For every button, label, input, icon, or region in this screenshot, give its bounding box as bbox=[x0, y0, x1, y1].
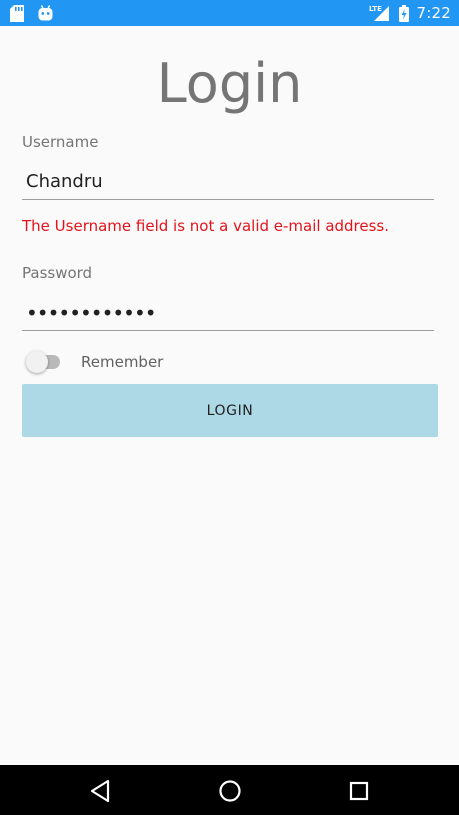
recents-icon[interactable] bbox=[346, 778, 372, 804]
lte-signal-icon: LTE bbox=[369, 4, 391, 22]
home-icon[interactable] bbox=[217, 778, 243, 804]
android-icon bbox=[38, 5, 53, 21]
sd-card-icon bbox=[10, 4, 24, 22]
remember-switch-thumb bbox=[26, 351, 48, 373]
login-button[interactable]: LOGIN bbox=[22, 384, 438, 437]
status-bar: LTE 7:22 bbox=[0, 0, 459, 26]
battery-charging-icon bbox=[398, 4, 409, 22]
password-input[interactable] bbox=[22, 295, 434, 331]
status-right-icons: LTE 7:22 bbox=[369, 3, 451, 23]
remember-switch[interactable] bbox=[26, 351, 62, 373]
remember-label: Remember bbox=[81, 353, 164, 371]
status-left-icons bbox=[10, 4, 53, 22]
navigation-bar bbox=[0, 765, 459, 815]
username-label: Username bbox=[22, 133, 99, 151]
network-label: LTE bbox=[369, 5, 382, 13]
username-error-message: The Username field is not a valid e-mail… bbox=[22, 217, 390, 235]
username-input[interactable] bbox=[22, 164, 434, 200]
password-label: Password bbox=[22, 264, 93, 282]
back-icon[interactable] bbox=[88, 778, 114, 804]
page-title: Login bbox=[156, 52, 303, 115]
status-time: 7:22 bbox=[416, 4, 451, 22]
